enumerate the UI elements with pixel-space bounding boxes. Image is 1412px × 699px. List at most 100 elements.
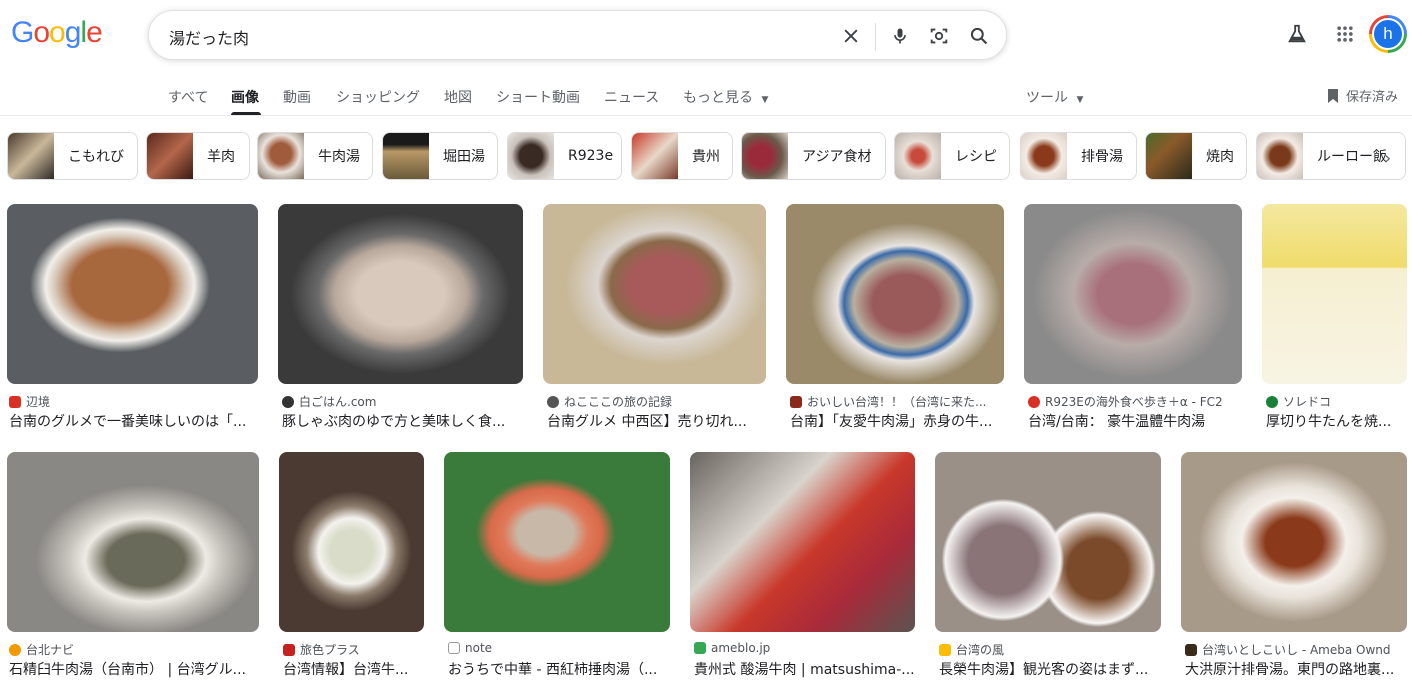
result-image[interactable] xyxy=(690,452,915,632)
result-image[interactable] xyxy=(7,204,258,384)
chip[interactable]: 堀田湯 xyxy=(382,132,498,180)
tab-short-videos[interactable]: ショート動画 xyxy=(496,87,580,107)
chip-label: 焼肉 xyxy=(1206,149,1234,165)
tab-more-label: もっと見る xyxy=(683,90,753,106)
chip-label: R923e xyxy=(568,148,614,164)
chip[interactable]: 羊肉 xyxy=(146,132,250,180)
source-name: ameblo.jp xyxy=(711,641,771,655)
site-favicon xyxy=(9,395,21,408)
search-tabs: すべて 画像 動画 ショッピング 地図 ショート動画 ニュース もっと見る ▼ … xyxy=(0,78,1412,116)
tab-videos[interactable]: 動画 xyxy=(283,87,311,107)
related-chips: こもれび 羊肉 牛肉湯 堀田湯 R923e 貴州 アジア食材 レシピ 排骨湯 焼… xyxy=(7,132,1407,180)
labs-flask-icon[interactable] xyxy=(1285,22,1309,46)
result-caption[interactable]: おうちで中華 - 西紅柿捶肉湯（... xyxy=(448,659,670,679)
result-caption[interactable]: 台南のグルメで一番美味しいのは「... xyxy=(9,411,258,431)
source-name: 白ごはん.com xyxy=(299,395,377,409)
tools-button[interactable]: ツール ▼ xyxy=(1026,87,1083,107)
result-caption[interactable]: 台南】「友愛牛肉湯」赤身の牛... xyxy=(790,411,1004,431)
result-caption[interactable]: 大洪原汁排骨湯。東門の路地裏... xyxy=(1185,659,1407,679)
result-source[interactable]: 白ごはん.com xyxy=(282,393,523,410)
result-source[interactable]: 台北ナビ xyxy=(9,641,259,658)
site-favicon xyxy=(790,395,802,408)
source-name: ねこここの旅の記録 xyxy=(564,395,673,409)
chip[interactable]: アジア食材 xyxy=(741,132,886,180)
chip-label: 貴州 xyxy=(692,149,720,165)
tab-maps[interactable]: 地図 xyxy=(444,87,472,107)
apps-grid-icon[interactable] xyxy=(1333,22,1357,46)
tab-more[interactable]: もっと見る ▼ xyxy=(683,87,768,107)
chip-thumbnail xyxy=(258,133,304,179)
result-source[interactable]: 台湾いとしこいし - Ameba Ownd xyxy=(1185,641,1407,658)
site-favicon xyxy=(694,642,706,654)
result-source[interactable]: 旅色プラス xyxy=(283,641,424,658)
site-favicon xyxy=(283,643,295,656)
result-image[interactable] xyxy=(444,452,670,632)
chip[interactable]: R923e xyxy=(507,132,622,180)
google-logo[interactable]: Google xyxy=(11,16,103,50)
account-avatar[interactable]: h xyxy=(1369,15,1407,53)
result-caption[interactable]: 長榮牛肉湯】観光客の姿はまず... xyxy=(939,659,1161,679)
chip[interactable]: レシピ xyxy=(894,132,1010,180)
result-image[interactable] xyxy=(1181,452,1407,632)
result-source[interactable]: おいしい台湾！！（台湾に来た... xyxy=(790,393,1004,410)
tab-images[interactable]: 画像 xyxy=(231,87,259,107)
search-input[interactable]: 湯だった肉 xyxy=(169,25,249,49)
chip-thumbnail xyxy=(383,133,429,179)
result-source[interactable]: ソレドコ xyxy=(1266,393,1407,410)
lens-camera-icon[interactable] xyxy=(927,24,951,48)
result-image[interactable] xyxy=(1262,204,1407,384)
source-name: 台北ナビ xyxy=(26,643,75,657)
chip-thumbnail xyxy=(1257,133,1303,179)
result-source[interactable]: 辺境 xyxy=(9,393,258,410)
chip[interactable]: こもれび xyxy=(7,132,138,180)
result-image[interactable] xyxy=(1024,204,1242,384)
site-favicon xyxy=(1028,395,1040,408)
result-source[interactable]: ameblo.jp xyxy=(694,641,915,655)
source-name: note xyxy=(465,641,493,655)
result-caption[interactable]: 豚しゃぶ肉のゆで方と美味しく食... xyxy=(282,411,523,431)
chip-label: こもれび xyxy=(68,149,124,165)
search-icon[interactable] xyxy=(967,24,991,48)
clear-icon[interactable] xyxy=(839,24,863,48)
result-caption[interactable]: 貴州式 酸湯牛肉 | matsushima-... xyxy=(694,659,915,679)
chip[interactable]: 排骨湯 xyxy=(1020,132,1137,180)
result-caption[interactable]: 台湾情報】台湾牛... xyxy=(283,659,424,679)
result-caption[interactable]: 厚切り牛たんを焼... xyxy=(1266,411,1407,431)
chip[interactable]: 牛肉湯 xyxy=(257,132,373,180)
search-box[interactable]: 湯だった肉 xyxy=(148,10,1007,60)
result-source[interactable]: R923Eの海外食べ歩き＋α - FC2 xyxy=(1028,393,1242,410)
tab-all[interactable]: すべて xyxy=(168,87,208,107)
chip-thumbnail xyxy=(632,133,678,179)
site-favicon xyxy=(282,395,294,408)
result-image[interactable] xyxy=(278,204,523,384)
result-image[interactable] xyxy=(786,204,1004,384)
source-name: R923Eの海外食べ歩き＋α - FC2 xyxy=(1045,395,1223,409)
tab-news[interactable]: ニュース xyxy=(604,87,659,107)
result-source[interactable]: ねこここの旅の記録 xyxy=(547,393,766,410)
chip[interactable]: 貴州 xyxy=(631,132,733,180)
site-favicon xyxy=(939,643,951,656)
result-image[interactable] xyxy=(7,452,259,632)
result-image[interactable] xyxy=(279,452,424,632)
source-name: 台湾いとしこいし - Ameba Ownd xyxy=(1202,643,1391,657)
result-caption[interactable]: 台湾/台南： 豪牛温體牛肉湯 xyxy=(1028,411,1242,431)
result-source[interactable]: 台湾の風 xyxy=(939,641,1161,658)
saved-button[interactable]: 保存済み xyxy=(1326,86,1398,105)
chip[interactable]: 焼肉 xyxy=(1145,132,1247,180)
chip-thumbnail xyxy=(147,133,193,179)
active-tab-indicator xyxy=(231,112,261,115)
saved-label: 保存済み xyxy=(1346,90,1399,105)
result-image[interactable] xyxy=(543,204,766,384)
result-source[interactable]: note xyxy=(448,641,670,655)
result-caption[interactable]: 石精臼牛肉湯（台南市） | 台湾グル... xyxy=(9,659,259,679)
site-favicon xyxy=(1185,643,1197,656)
chevron-right-icon[interactable]: › xyxy=(1384,148,1391,169)
source-name: 旅色プラス xyxy=(300,643,360,657)
tools-label: ツール xyxy=(1026,90,1068,106)
caret-down-icon: ▼ xyxy=(1076,95,1084,105)
tab-shopping[interactable]: ショッピング xyxy=(336,87,420,107)
result-caption[interactable]: 台南グルメ 中西区】売り切れ... xyxy=(547,411,766,431)
header: Google 湯だった肉 h xyxy=(0,0,1412,70)
microphone-icon[interactable] xyxy=(888,24,912,48)
result-image[interactable] xyxy=(935,452,1161,632)
